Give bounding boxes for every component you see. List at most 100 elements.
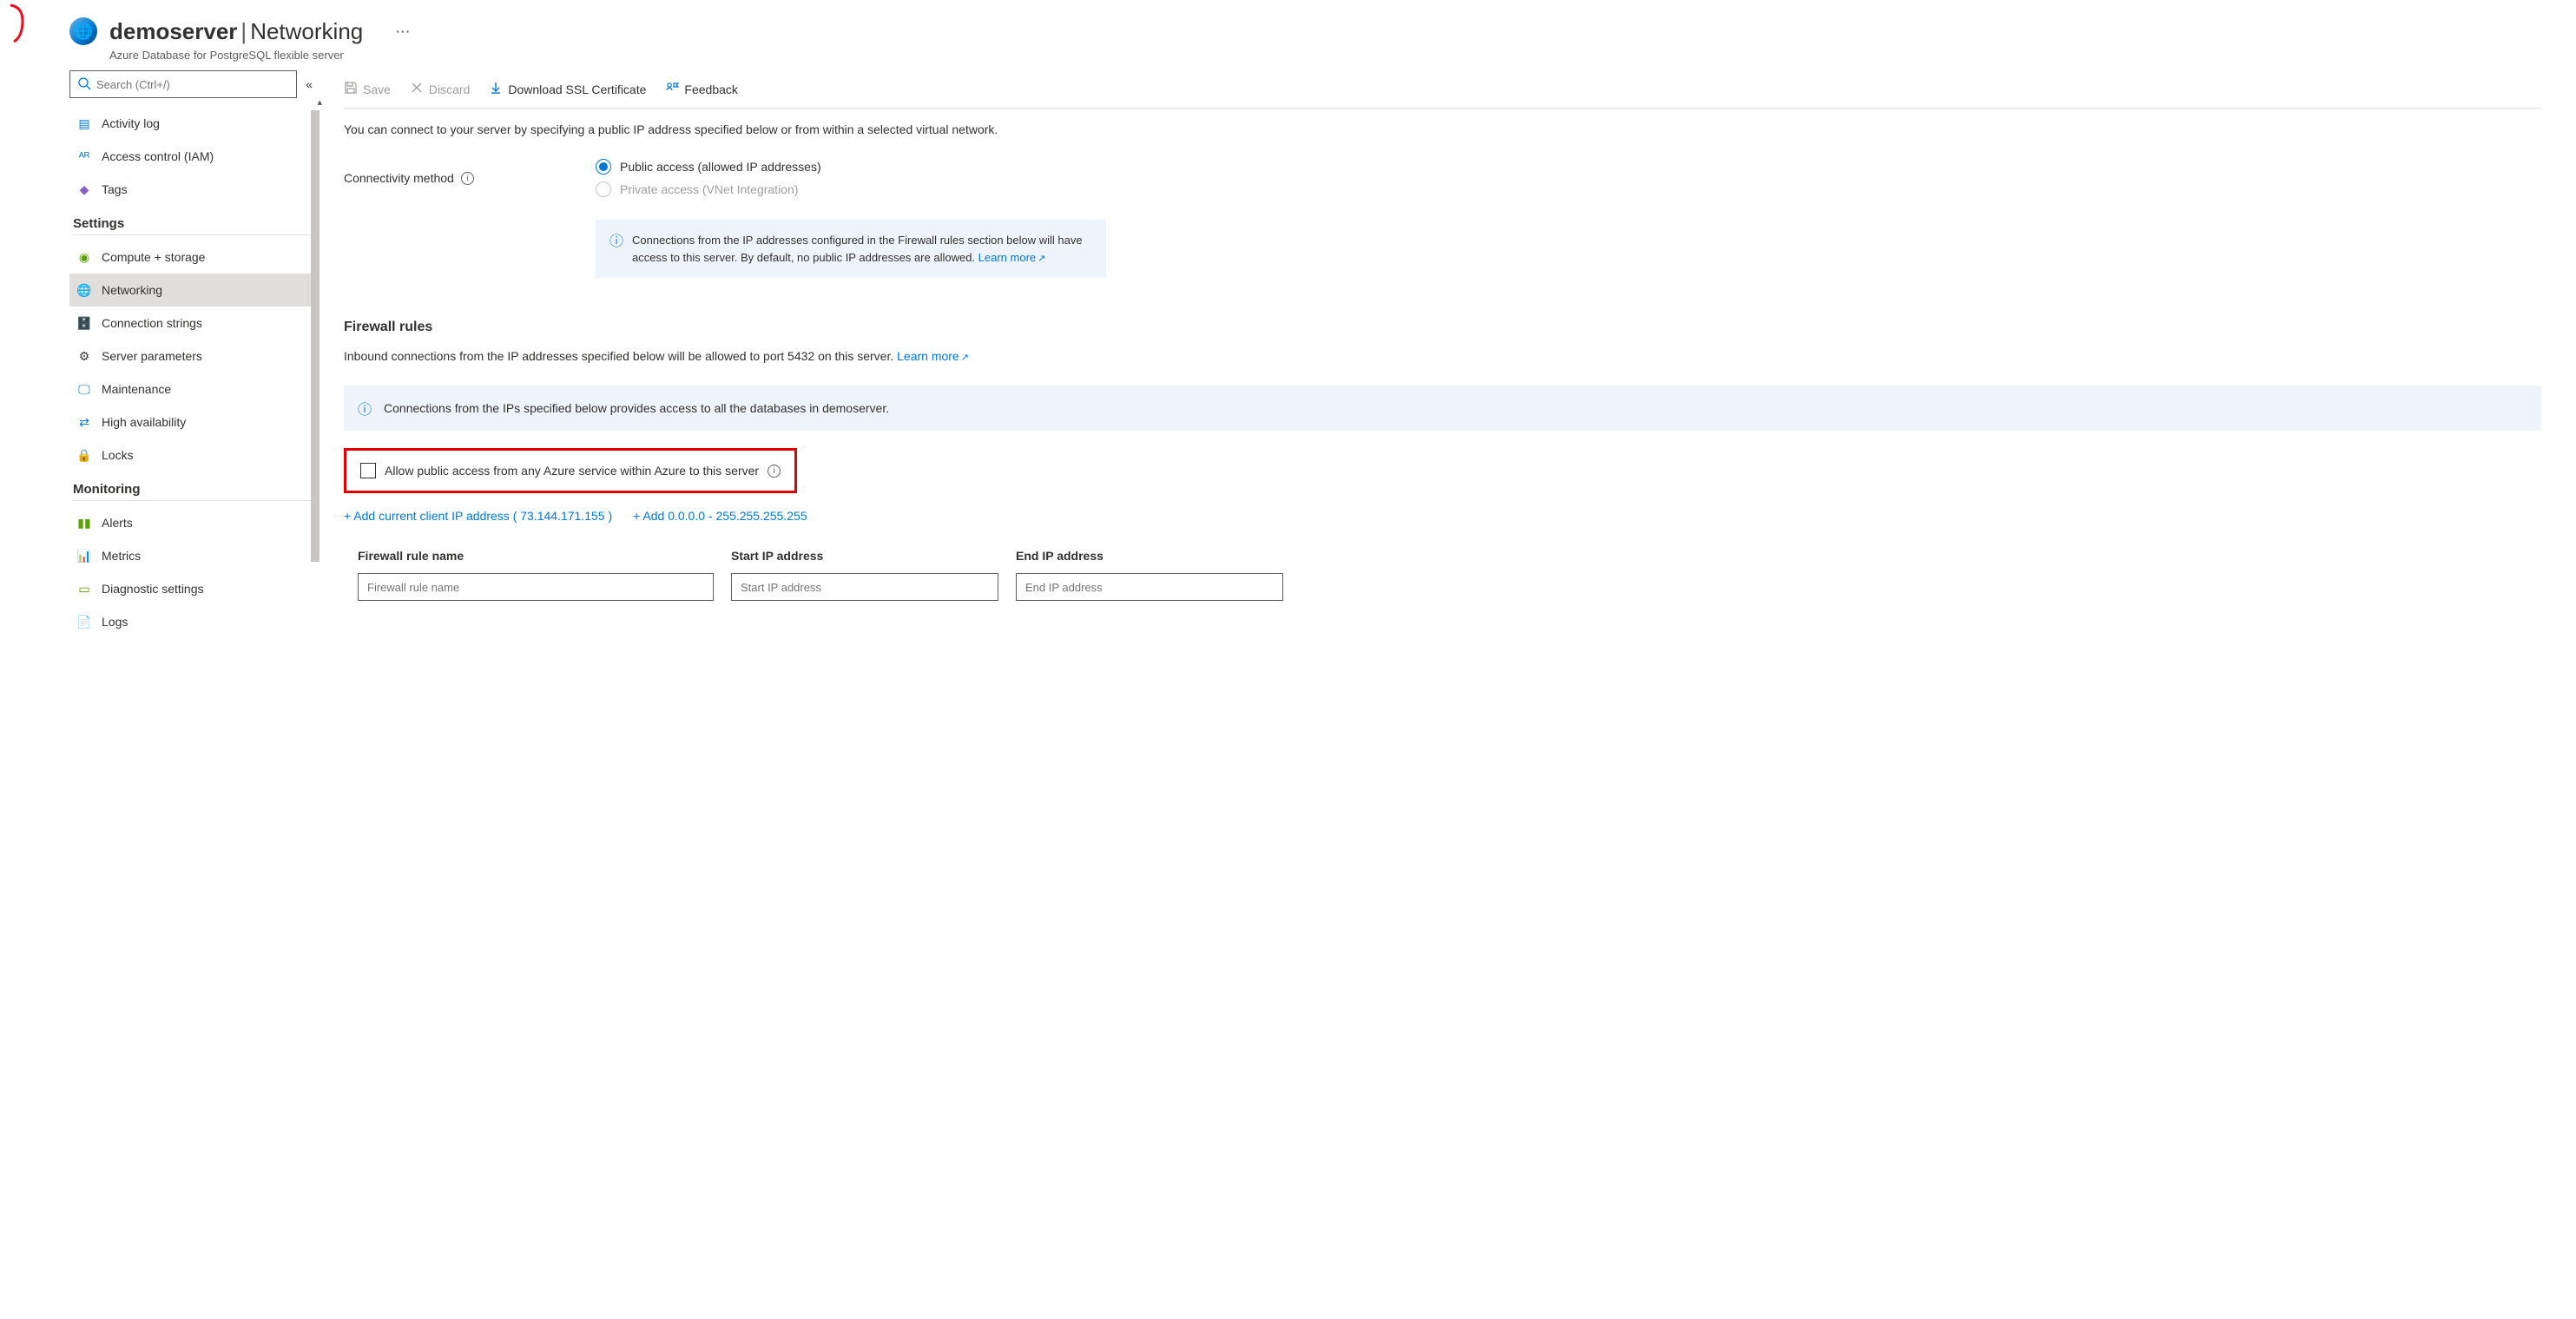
sidebar-item-tags[interactable]: ◆ Tags <box>69 173 313 206</box>
radio-public-access[interactable]: Public access (allowed IP addresses) <box>596 159 2541 175</box>
lock-icon: 🔒 <box>76 448 92 463</box>
external-link-icon: ↗ <box>1038 254 1045 264</box>
server-parameters-icon: ⚙ <box>76 349 92 364</box>
radio-label: Public access (allowed IP addresses) <box>620 160 821 174</box>
page-header: 🌐 demoserver|Networking ··· <box>69 0 2576 49</box>
info-icon[interactable]: i <box>768 465 781 478</box>
firewall-rules-heading: Firewall rules <box>344 320 2541 335</box>
sidebar-item-alerts[interactable]: ▮▮ Alerts <box>69 506 313 539</box>
download-ssl-label: Download SSL Certificate <box>508 82 646 96</box>
diagnostic-settings-icon: ▭ <box>76 582 92 597</box>
sidebar: « ▴ ▤ Activity log ᴬᴿ Access control (IA… <box>69 70 318 638</box>
learn-more-link[interactable]: Learn more↗ <box>897 349 969 363</box>
start-ip-input[interactable] <box>731 573 998 601</box>
save-button[interactable]: Save <box>344 81 391 97</box>
sidebar-item-label: Connection strings <box>102 316 202 330</box>
sidebar-item-label: Activity log <box>102 116 160 130</box>
sidebar-item-label: Server parameters <box>102 349 202 363</box>
allow-azure-checkbox[interactable] <box>360 463 376 478</box>
sidebar-item-metrics[interactable]: 📊 Metrics <box>69 539 313 572</box>
firewall-rule-name-input[interactable] <box>358 573 714 601</box>
toolbar: Save Discard Download SSL Certificate <box>344 70 2541 109</box>
firewall-table-header: Firewall rule name Start IP address End … <box>344 549 2541 563</box>
collapse-sidebar-button[interactable]: « <box>306 77 313 91</box>
annotation-mark <box>7 2 31 47</box>
sidebar-item-activity-log[interactable]: ▤ Activity log <box>69 107 313 140</box>
connectivity-method-label: Connectivity method i <box>344 159 596 197</box>
page-title: demoserver|Networking <box>109 18 363 45</box>
sidebar-item-high-availability[interactable]: ⇄ High availability <box>69 406 313 439</box>
sidebar-item-label: Tags <box>102 182 128 196</box>
radio-private-access: Private access (VNet Integration) <box>596 181 2541 197</box>
database-globe-icon: 🌐 <box>69 17 97 45</box>
end-ip-input[interactable] <box>1016 573 1283 601</box>
info-icon[interactable]: i <box>461 172 474 185</box>
scroll-up-icon[interactable]: ▴ <box>317 96 322 108</box>
connection-strings-icon: 🗄️ <box>76 316 92 331</box>
col-start-ip: Start IP address <box>731 549 998 563</box>
download-icon <box>489 81 503 97</box>
sidebar-item-label: Alerts <box>102 516 133 530</box>
radio-indicator-icon <box>596 181 611 197</box>
save-label: Save <box>363 82 391 96</box>
allow-azure-highlight-box: Allow public access from any Azure servi… <box>344 448 797 493</box>
sidebar-item-label: High availability <box>102 415 186 429</box>
add-client-ip-link[interactable]: + Add current client IP address ( 73.144… <box>344 509 612 523</box>
sidebar-search[interactable] <box>69 70 297 98</box>
networking-icon: 🌐 <box>76 283 92 298</box>
firewall-rules-description: Inbound connections from the IP addresse… <box>344 349 2541 363</box>
feedback-label: Feedback <box>684 82 737 96</box>
public-access-info-box: ⓘ Connections from the IP addresses conf… <box>596 220 1106 278</box>
sidebar-item-label: Compute + storage <box>102 250 205 264</box>
sidebar-item-compute-storage[interactable]: ◉ Compute + storage <box>69 241 313 274</box>
add-all-ips-link[interactable]: + Add 0.0.0.0 - 255.255.255.255 <box>633 509 807 523</box>
more-button[interactable]: ··· <box>396 24 411 38</box>
feedback-button[interactable]: Feedback <box>665 81 737 97</box>
info-icon: ⓘ <box>609 232 623 266</box>
intro-text: You can connect to your server by specif… <box>344 122 2541 136</box>
download-ssl-button[interactable]: Download SSL Certificate <box>489 81 646 97</box>
sidebar-item-diagnostic-settings[interactable]: ▭ Diagnostic settings <box>69 572 313 605</box>
radio-label: Private access (VNet Integration) <box>620 182 798 196</box>
sidebar-item-maintenance[interactable]: 🖵 Maintenance <box>69 373 313 406</box>
external-link-icon: ↗ <box>961 353 969 363</box>
save-icon <box>344 81 358 97</box>
sidebar-item-label: Logs <box>102 615 128 629</box>
sidebar-search-input[interactable] <box>96 78 289 91</box>
sidebar-item-server-parameters[interactable]: ⚙ Server parameters <box>69 340 313 373</box>
access-control-icon: ᴬᴿ <box>76 149 92 163</box>
feedback-icon <box>665 81 679 97</box>
logs-icon: 📄 <box>76 615 92 630</box>
sidebar-scrollbar[interactable] <box>311 110 320 562</box>
firewall-desc-text: Inbound connections from the IP addresse… <box>344 349 897 363</box>
sidebar-item-locks[interactable]: 🔒 Locks <box>69 439 313 472</box>
firewall-rule-row <box>344 573 2541 601</box>
sidebar-item-logs[interactable]: 📄 Logs <box>69 605 313 638</box>
sidebar-item-label: Locks <box>102 448 134 462</box>
sidebar-item-label: Access control (IAM) <box>102 149 214 163</box>
firewall-info-banner: ⓘ Connections from the IPs specified bel… <box>344 386 2541 431</box>
sidebar-section-settings: Settings <box>73 216 313 235</box>
discard-label: Discard <box>429 82 470 96</box>
connectivity-method-text: Connectivity method <box>344 171 454 185</box>
learn-more-text: Learn more <box>897 349 959 363</box>
col-rule-name: Firewall rule name <box>358 549 714 563</box>
metrics-icon: 📊 <box>76 549 92 564</box>
allow-azure-label: Allow public access from any Azure servi… <box>385 464 759 478</box>
search-icon <box>77 76 91 93</box>
learn-more-link[interactable]: Learn more↗ <box>978 251 1046 264</box>
discard-button[interactable]: Discard <box>410 81 470 97</box>
server-name: demoserver <box>109 18 237 44</box>
sidebar-item-access-control[interactable]: ᴬᴿ Access control (IAM) <box>69 140 313 173</box>
blade-title: Networking <box>250 18 363 44</box>
sidebar-item-label: Networking <box>102 283 162 297</box>
title-separator: | <box>237 18 250 44</box>
sidebar-item-connection-strings[interactable]: 🗄️ Connection strings <box>69 307 313 340</box>
sidebar-item-label: Diagnostic settings <box>102 582 204 596</box>
radio-indicator-icon <box>596 159 611 175</box>
sidebar-item-networking[interactable]: 🌐 Networking <box>69 274 313 307</box>
sidebar-item-label: Metrics <box>102 549 141 563</box>
tag-icon: ◆ <box>76 182 92 197</box>
main-content: Save Discard Download SSL Certificate <box>318 70 2576 638</box>
firewall-banner-text: Connections from the IPs specified below… <box>384 401 889 415</box>
